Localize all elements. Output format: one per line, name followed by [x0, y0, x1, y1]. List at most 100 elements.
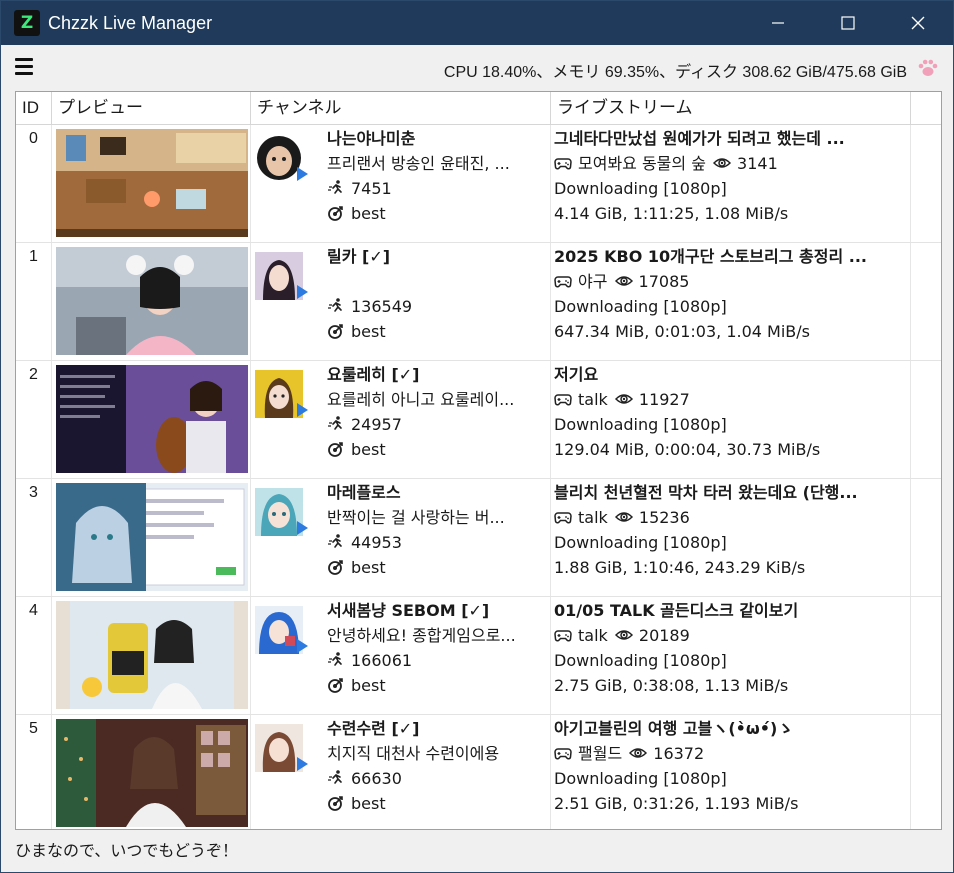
- close-icon: [911, 16, 925, 30]
- channel-description: 안녕하세요! 종합게임으로...: [327, 626, 516, 645]
- table-row[interactable]: 5 수련수련 [✓] 치지직 대천사 수련이에용 66630 best 아기고블…: [16, 715, 941, 829]
- followers-count: 7451: [327, 176, 546, 201]
- column-header-id[interactable]: ID: [16, 92, 52, 124]
- live-cell: 저기요 talk 11927 Downloading [1080p] 129.0…: [551, 361, 911, 478]
- table-body: 0 나는야나미춘 프리랜서 방송인 윤태진, ... 7451 best 그네타…: [16, 125, 941, 829]
- minimize-button[interactable]: [743, 1, 813, 45]
- stream-thumbnail[interactable]: [56, 601, 248, 709]
- runner-icon: [327, 297, 345, 315]
- table-row[interactable]: 0 나는야나미춘 프리랜서 방송인 윤태진, ... 7451 best 그네타…: [16, 125, 941, 243]
- stream-thumbnail[interactable]: [56, 719, 248, 827]
- channel-name[interactable]: 요룰레히 [✓]: [327, 362, 546, 387]
- live-title[interactable]: 블리치 천년혈전 막차 타러 왔는데요 (단행...: [554, 480, 906, 505]
- download-stats: 2.75 GiB, 0:38:08, 1.13 MiB/s: [554, 676, 789, 695]
- eye-icon: [614, 508, 633, 526]
- download-stats: 129.04 MiB, 0:00:04, 30.73 MiB/s: [554, 440, 821, 459]
- category-viewers: talk 15236: [554, 505, 906, 530]
- runner-icon: [327, 651, 345, 669]
- table-row[interactable]: 2 요룰레히 [✓] 요를레히 아니고 요룰레이... 24957 best 저…: [16, 361, 941, 479]
- recording-quality: best: [327, 201, 546, 226]
- close-button[interactable]: [883, 1, 953, 45]
- channel-avatar[interactable]: [255, 370, 303, 418]
- live-title[interactable]: 01/05 TALK 골든디스크 같이보기: [554, 598, 906, 623]
- preview-cell: [52, 715, 251, 829]
- menu-button[interactable]: [15, 58, 33, 76]
- target-icon: [327, 322, 345, 340]
- column-header-channel[interactable]: チャンネル: [251, 92, 551, 124]
- channel-avatar[interactable]: [255, 606, 303, 654]
- app-window: Z Chzzk Live Manager CPU 18.40%、メモリ 69.3…: [0, 0, 954, 873]
- column-header-preview[interactable]: プレビュー: [52, 92, 251, 124]
- stream-thumbnail[interactable]: [56, 483, 248, 591]
- preview-cell: [52, 243, 251, 360]
- eye-icon: [629, 744, 648, 762]
- paw-icon[interactable]: [917, 57, 939, 79]
- table-row[interactable]: 4 서새봄냥 SEBOM [✓] 안녕하세요! 종합게임으로... 166061…: [16, 597, 941, 715]
- download-status: Downloading [1080p]: [554, 769, 727, 788]
- row-id: 0: [16, 125, 52, 242]
- target-icon: [327, 204, 345, 222]
- gamepad-icon: [554, 508, 572, 526]
- play-icon[interactable]: [297, 403, 308, 417]
- live-title[interactable]: 2025 KBO 10개구단 스토브리그 총정리 ...: [554, 244, 906, 269]
- followers-count: 24957: [327, 412, 546, 437]
- preview-cell: [52, 597, 251, 714]
- play-icon[interactable]: [297, 285, 308, 299]
- gamepad-icon: [554, 744, 572, 762]
- live-title[interactable]: 아기고블린의 여행 고블ヽ(•̀ω•́)ゝ: [554, 716, 906, 741]
- play-icon[interactable]: [297, 757, 308, 771]
- download-stats: 2.51 GiB, 0:31:26, 1.193 MiB/s: [554, 794, 799, 813]
- maximize-button[interactable]: [813, 1, 883, 45]
- channel-avatar[interactable]: [255, 252, 303, 300]
- runner-icon: [327, 415, 345, 433]
- download-stats: 4.14 GiB, 1:11:25, 1.08 MiB/s: [554, 204, 789, 223]
- eye-icon: [614, 390, 633, 408]
- row-id: 5: [16, 715, 52, 829]
- channel-description: 반짝이는 걸 사랑하는 버...: [327, 508, 505, 527]
- channel-avatar[interactable]: [255, 134, 303, 182]
- column-header-live[interactable]: ライブストリーム: [551, 92, 911, 124]
- download-stats: 647.34 MiB, 0:01:03, 1.04 MiB/s: [554, 322, 810, 341]
- row-id: 1: [16, 243, 52, 360]
- recording-quality: best: [327, 791, 546, 816]
- category-viewers: 팰월드 16372: [554, 741, 906, 766]
- table-row[interactable]: 3 마레플로스 반짝이는 걸 사랑하는 버... 44953 best 블리치 …: [16, 479, 941, 597]
- channel-cell: 서새봄냥 SEBOM [✓] 안녕하세요! 종합게임으로... 166061 b…: [251, 597, 551, 714]
- table-row[interactable]: 1 릴카 [✓] 136549 best 2025 KBO 10개구단 스토브리…: [16, 243, 941, 361]
- stream-thumbnail[interactable]: [56, 365, 248, 473]
- play-icon[interactable]: [297, 639, 308, 653]
- preview-cell: [52, 125, 251, 242]
- runner-icon: [327, 179, 345, 197]
- channel-description: [327, 269, 546, 294]
- live-cell: 블리치 천년혈전 막차 타러 왔는데요 (단행... talk 15236 Do…: [551, 479, 911, 596]
- stream-thumbnail[interactable]: [56, 129, 248, 237]
- channel-cell: 나는야나미춘 프리랜서 방송인 윤태진, ... 7451 best: [251, 125, 551, 242]
- category-viewers: 야구 17085: [554, 269, 906, 294]
- category-viewers: talk 20189: [554, 623, 906, 648]
- live-title[interactable]: 저기요: [554, 362, 906, 387]
- channel-name[interactable]: 서새봄냥 SEBOM [✓]: [327, 598, 546, 623]
- play-icon[interactable]: [297, 167, 308, 181]
- live-cell: 아기고블린의 여행 고블ヽ(•̀ω•́)ゝ 팰월드 16372 Download…: [551, 715, 911, 829]
- gamepad-icon: [554, 626, 572, 644]
- channel-cell: 마레플로스 반짝이는 걸 사랑하는 버... 44953 best: [251, 479, 551, 596]
- row-id: 2: [16, 361, 52, 478]
- channel-avatar[interactable]: [255, 724, 303, 772]
- gamepad-icon: [554, 272, 572, 290]
- followers-count: 136549: [327, 294, 546, 319]
- channel-name[interactable]: 수련수련 [✓]: [327, 716, 546, 741]
- channel-cell: 요룰레히 [✓] 요를레히 아니고 요룰레이... 24957 best: [251, 361, 551, 478]
- channel-description: 요를레히 아니고 요룰레이...: [327, 390, 515, 409]
- channel-name[interactable]: 릴카 [✓]: [327, 244, 546, 269]
- play-icon[interactable]: [297, 521, 308, 535]
- channel-avatar[interactable]: [255, 488, 303, 536]
- stream-thumbnail[interactable]: [56, 247, 248, 355]
- live-cell: 그네타다만났섭 원예가가 되려고 했는데 ... 모여봐요 동물의 숲 3141…: [551, 125, 911, 242]
- channel-name[interactable]: 나는야나미춘: [327, 126, 546, 151]
- title-bar[interactable]: Z Chzzk Live Manager: [1, 1, 953, 45]
- runner-icon: [327, 769, 345, 787]
- channel-name[interactable]: 마레플로스: [327, 480, 546, 505]
- live-title[interactable]: 그네타다만났섭 원예가가 되려고 했는데 ...: [554, 126, 906, 151]
- followers-count: 44953: [327, 530, 546, 555]
- stream-table[interactable]: ID プレビュー チャンネル ライブストリーム 0 나는야나미춘 프리랜서 방송…: [15, 91, 942, 830]
